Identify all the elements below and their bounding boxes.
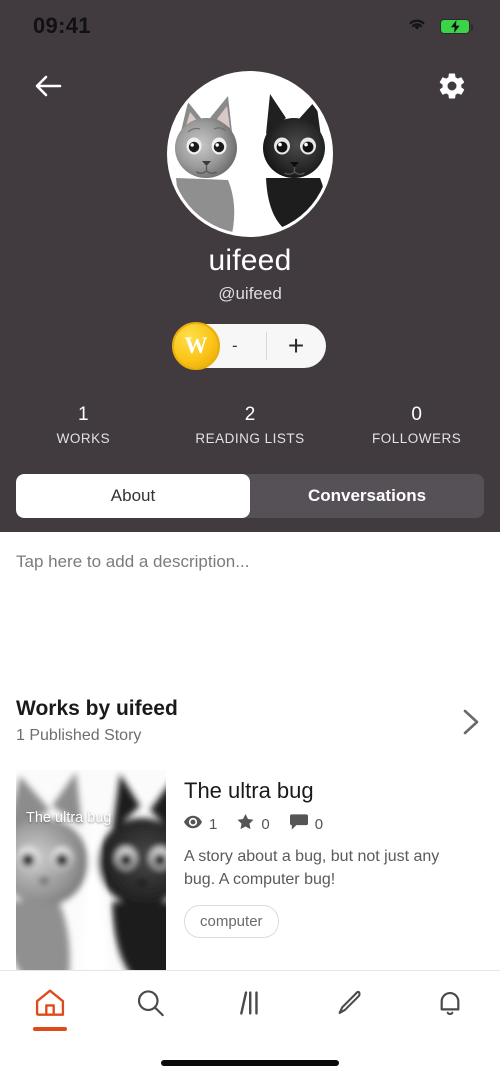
nav-item-write[interactable]: [300, 971, 400, 1039]
nav-active-indicator: [33, 1027, 67, 1031]
nav-item-library[interactable]: [200, 971, 300, 1039]
user-handle: @uifeed: [218, 284, 282, 303]
profile-stats: 1 WORKS 2 READING LISTS 0 FOLLOWERS: [0, 404, 500, 446]
story-info: The ultra bug 1 0 0 A story about a bug,…: [184, 770, 500, 970]
wifi-icon: [406, 16, 428, 37]
star-icon: [237, 814, 254, 834]
eye-icon: [184, 815, 202, 833]
gear-icon: [437, 71, 467, 106]
story-description: A story about a bug, but not just any bu…: [184, 848, 440, 888]
comment-icon: [289, 814, 308, 834]
display-name: uifeed: [208, 244, 292, 277]
story-tags: computer: [184, 905, 500, 939]
pencil-icon: [334, 988, 366, 1023]
bell-icon: [434, 988, 466, 1023]
profile-screen: 09:41 uifeed @uifeed W - + 1 WORKS 2 REA…: [0, 0, 500, 1080]
search-icon: [134, 988, 166, 1023]
status-time: 09:41: [33, 13, 91, 38]
story-title[interactable]: The ultra bug: [184, 778, 500, 804]
coin-balance-value: -: [232, 336, 238, 355]
tab-conversations[interactable]: Conversations: [250, 474, 484, 518]
stat-value: 0: [411, 404, 422, 425]
add-coins-button[interactable]: +: [266, 324, 326, 368]
stat-label: FOLLOWERS: [372, 431, 462, 446]
works-subtitle: 1 Published Story: [16, 727, 142, 744]
back-button[interactable]: [26, 66, 70, 110]
nav-item-home[interactable]: [0, 971, 100, 1039]
status-indicators: [406, 16, 473, 37]
story-metrics: 1 0 0: [184, 814, 500, 834]
stat-followers[interactable]: 0 FOLLOWERS: [333, 404, 500, 446]
stat-label: READING LISTS: [195, 431, 305, 446]
tag-computer[interactable]: computer: [184, 905, 279, 939]
stat-reading-lists[interactable]: 2 READING LISTS: [167, 404, 334, 446]
stat-label: WORKS: [56, 431, 111, 446]
home-indicator: [161, 1060, 339, 1066]
metric-value: 0: [314, 815, 324, 833]
stat-works[interactable]: 1 WORKS: [0, 404, 167, 446]
metric-reads: 1: [184, 815, 217, 833]
profile-header: uifeed @uifeed W - + 1 WORKS 2 READING L…: [0, 52, 500, 532]
back-arrow-icon: [33, 73, 63, 104]
works-section-header[interactable]: Works by uifeed 1 Published Story: [16, 697, 484, 745]
story-cover[interactable]: The ultra bug: [16, 770, 166, 970]
status-bar: 09:41: [0, 0, 500, 52]
home-icon: [34, 988, 66, 1023]
library-icon: [234, 988, 266, 1023]
story-cover-title: The ultra bug: [26, 810, 112, 826]
chevron-right-icon[interactable]: [458, 707, 484, 735]
coin-balance-pill[interactable]: W - +: [172, 322, 326, 370]
bottom-navigation: [0, 970, 500, 1080]
works-title: Works by uifeed: [16, 697, 178, 720]
profile-tabs: About Conversations: [16, 474, 484, 518]
nav-item-search[interactable]: [100, 971, 200, 1039]
tab-about[interactable]: About: [16, 474, 250, 518]
settings-button[interactable]: [430, 66, 474, 110]
story-card[interactable]: The ultra bug The ultra bug 1 0 0 A stor…: [16, 770, 500, 970]
avatar[interactable]: [167, 71, 333, 237]
battery-charging-icon: [440, 18, 473, 34]
metric-value: 1: [209, 815, 218, 833]
metric-comments: 0: [289, 814, 324, 834]
bottom-nav-items: [0, 971, 500, 1039]
stat-value: 2: [244, 404, 256, 425]
stat-value: 1: [78, 404, 89, 425]
description-input[interactable]: Tap here to add a description...: [16, 552, 249, 572]
metric-value: 0: [261, 815, 270, 833]
avatar-photo: [170, 74, 330, 234]
story-cover-image: [16, 770, 166, 970]
wattpad-coin-icon: W: [172, 322, 220, 370]
metric-votes: 0: [237, 814, 270, 834]
nav-item-notifications[interactable]: [400, 971, 500, 1039]
